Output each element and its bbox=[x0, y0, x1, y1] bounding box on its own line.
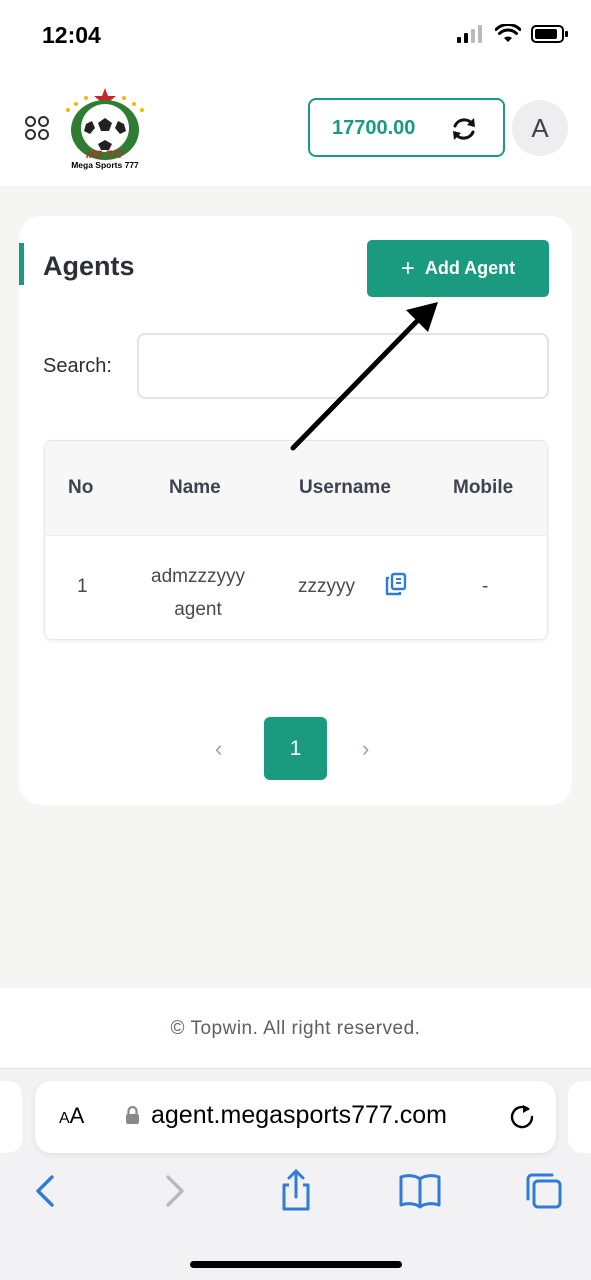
agents-table: No Name Username Mobile 1 admzzzyyy agen… bbox=[44, 440, 548, 640]
reload-icon[interactable] bbox=[508, 1103, 536, 1131]
logo[interactable]: MS 777 Mega Sports 777 bbox=[62, 86, 148, 170]
pagination: ‹ 1 › bbox=[19, 716, 572, 780]
agents-card: Agents + Add Agent Search: No Name Usern… bbox=[19, 216, 572, 805]
footer-copyright: © Topwin. All right reserved. bbox=[170, 1018, 421, 1039]
page-title: Agents bbox=[43, 251, 135, 281]
lock-icon bbox=[126, 1105, 139, 1124]
cell-name: admzzzyyy agent bbox=[133, 560, 263, 626]
next-tab-preview[interactable] bbox=[568, 1081, 591, 1153]
back-icon[interactable] bbox=[22, 1167, 70, 1215]
column-header-username[interactable]: Username bbox=[299, 477, 391, 499]
browser-nav-row bbox=[0, 1167, 591, 1221]
browser-toolbar: AA agent.megasports777.com bbox=[0, 1068, 591, 1280]
refresh-icon[interactable] bbox=[449, 114, 479, 144]
tabs-icon[interactable] bbox=[520, 1167, 568, 1215]
signal-icon bbox=[457, 25, 482, 43]
previous-tab-preview[interactable] bbox=[0, 1081, 22, 1153]
footer: © Topwin. All right reserved. bbox=[0, 988, 591, 1068]
pagination-prev[interactable]: ‹ bbox=[215, 736, 222, 762]
grid-icon[interactable] bbox=[24, 115, 50, 141]
balance-box: 17700.00 bbox=[308, 98, 505, 157]
avatar[interactable]: A bbox=[512, 100, 568, 156]
column-header-name[interactable]: Name bbox=[169, 477, 221, 499]
cell-mobile: - bbox=[482, 576, 489, 597]
cell-name-line1: admzzzyyy bbox=[151, 566, 245, 587]
column-header-mobile[interactable]: Mobile bbox=[453, 477, 513, 499]
status-icons bbox=[457, 24, 569, 44]
reader-settings-button[interactable]: AA bbox=[59, 1103, 84, 1129]
home-indicator bbox=[190, 1261, 402, 1268]
app-header: MS 777 Mega Sports 777 17700.00 A bbox=[0, 70, 591, 186]
battery-icon bbox=[531, 25, 568, 43]
copy-icon[interactable] bbox=[385, 572, 407, 596]
table-header: No Name Username Mobile bbox=[45, 441, 547, 536]
add-agent-label: Add Agent bbox=[424, 258, 516, 278]
bookmarks-icon[interactable] bbox=[396, 1167, 444, 1215]
status-time: 12:04 bbox=[42, 22, 101, 48]
forward-icon[interactable] bbox=[150, 1167, 198, 1215]
table-row: 1 admzzzyyy agent zzzyyy - bbox=[45, 536, 547, 639]
pagination-next[interactable]: › bbox=[362, 736, 369, 762]
add-agent-button[interactable]: + Add Agent bbox=[367, 240, 549, 297]
cell-no: 1 bbox=[77, 576, 88, 597]
cell-username: zzzyyy bbox=[298, 576, 355, 597]
cell-name-line2: agent bbox=[174, 599, 222, 620]
title-accent-bar bbox=[19, 243, 24, 285]
search-label: Search: bbox=[43, 355, 112, 377]
search-input[interactable] bbox=[137, 333, 549, 399]
logo-subtext: Mega Sports 777 bbox=[71, 160, 139, 170]
status-bar: 12:04 bbox=[0, 0, 591, 70]
wifi-icon bbox=[495, 24, 521, 42]
pagination-page-current[interactable]: 1 bbox=[264, 717, 327, 780]
plus-icon: + bbox=[400, 254, 415, 282]
address-bar[interactable]: AA agent.megasports777.com bbox=[35, 1081, 556, 1153]
balance-value: 17700.00 bbox=[332, 117, 416, 139]
share-icon[interactable] bbox=[272, 1167, 320, 1215]
column-header-no[interactable]: No bbox=[68, 477, 93, 499]
url-text[interactable]: agent.megasports777.com bbox=[151, 1101, 447, 1130]
